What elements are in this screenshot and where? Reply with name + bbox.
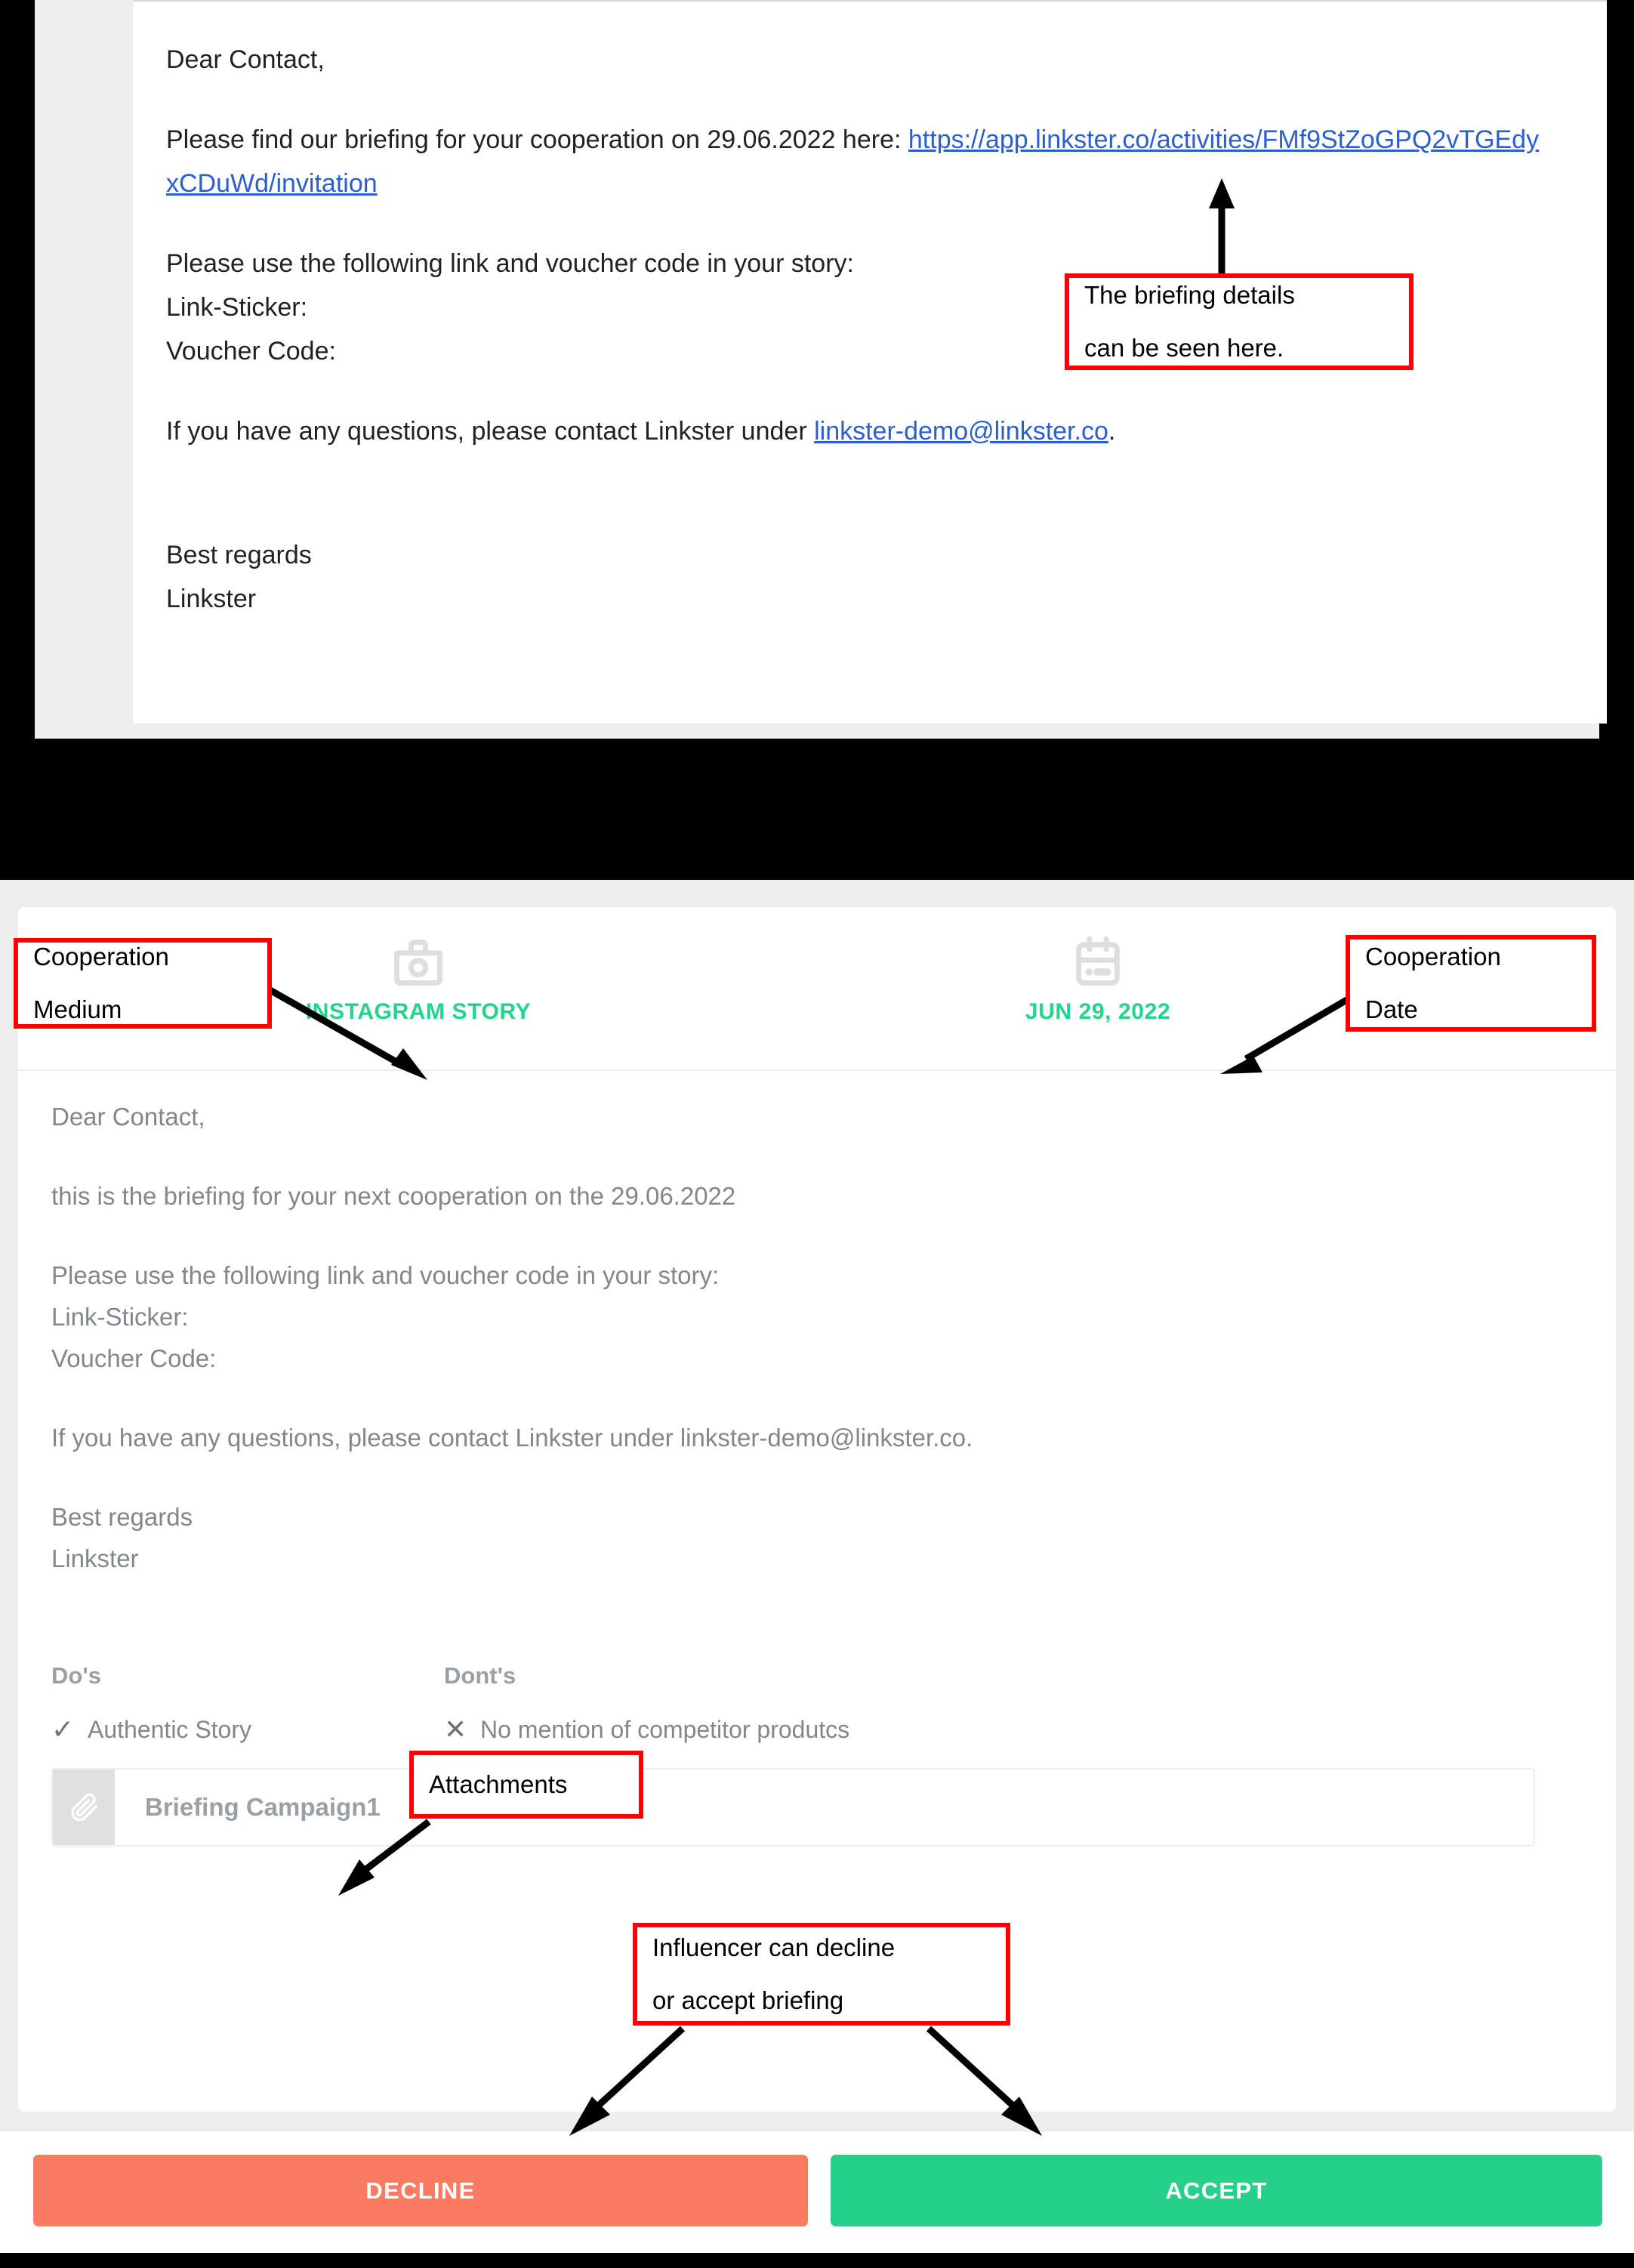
cooperation-medium-value: INSTAGRAM STORY xyxy=(305,999,532,1024)
annotation-cooperation-medium: Cooperation Medium xyxy=(14,938,272,1029)
donts-heading: Dont's xyxy=(444,1662,516,1689)
app-signoff-line2: Linkster xyxy=(51,1544,139,1572)
app-link-sticker-label: Link-Sticker: xyxy=(51,1303,189,1331)
email-screenshot-panel: Dear Contact, Please find our briefing f… xyxy=(0,0,1634,739)
email-contact-prefix: If you have any questions, please contac… xyxy=(166,417,815,446)
annotation-decline-accept: Influencer can decline or accept briefin… xyxy=(633,1923,1010,2026)
email-signoff-line1: Best regards xyxy=(166,541,312,569)
donts-list-item: ✕ No mention of competitor produtcs xyxy=(444,1714,1275,1745)
attachment-file-name: Briefing Campaign1 xyxy=(145,1793,381,1821)
section-divider-band xyxy=(0,739,1634,880)
annotation-briefing-details-line1: The briefing details xyxy=(1084,281,1295,309)
annotation-cooperation-medium-line1: Cooperation xyxy=(33,943,169,970)
app-screenshot-panel: INSTAGRAM STORY JUN 29, 2022 Dear Contac… xyxy=(0,880,1634,2253)
email-intro-paragraph: Please find our briefing for your cooper… xyxy=(166,118,1548,205)
app-signoff-line1: Best regards xyxy=(51,1503,193,1531)
annotation-decline-accept-line2: or accept briefing xyxy=(652,1986,844,2014)
email-signoff-line2: Linkster xyxy=(166,585,257,613)
app-instruction: Please use the following link and vouche… xyxy=(51,1261,720,1289)
camera-icon xyxy=(394,940,442,986)
annotation-briefing-details-line2: can be seen here. xyxy=(1084,334,1284,362)
attachment-row[interactable]: Briefing Campaign1 xyxy=(51,1768,1535,1847)
attachment-icon-container xyxy=(53,1770,115,1845)
check-icon: ✓ xyxy=(51,1714,75,1745)
accept-button[interactable]: ACCEPT xyxy=(831,2155,1602,2226)
email-spacer xyxy=(166,489,1548,533)
email-contact-suffix: . xyxy=(1108,417,1116,446)
briefing-body-text: Dear Contact, this is the briefing for y… xyxy=(51,1096,1501,1579)
annotation-decline-accept-line1: Influencer can decline xyxy=(652,1933,896,1961)
cooperation-medium-block: INSTAGRAM STORY xyxy=(222,933,615,1025)
app-contact-line: If you have any questions, please contac… xyxy=(51,1424,973,1452)
annotation-attachments-line1: Attachments xyxy=(429,1770,568,1798)
paperclip-icon xyxy=(71,1793,98,1822)
annotation-attachments: Attachments xyxy=(409,1751,643,1819)
cross-icon: ✕ xyxy=(444,1714,467,1745)
annotation-cooperation-date: Cooperation Date xyxy=(1346,935,1596,1032)
donts-column: Dont's ✕ No mention of competitor produt… xyxy=(444,1662,1275,1745)
app-intro: this is the briefing for your next coope… xyxy=(51,1182,736,1210)
email-contact-paragraph: If you have any questions, please contac… xyxy=(166,409,1548,453)
briefing-footer-bar: DECLINE ACCEPT xyxy=(0,2130,1634,2253)
donts-item-label: No mention of competitor produtcs xyxy=(480,1715,850,1743)
annotation-cooperation-date-line1: Cooperation xyxy=(1365,943,1501,970)
calendar-icon xyxy=(1076,936,1120,986)
cooperation-date-value: JUN 29, 2022 xyxy=(1025,999,1171,1024)
annotation-briefing-details: The briefing details can be seen here. xyxy=(1065,273,1414,370)
cooperation-date-block: JUN 29, 2022 xyxy=(902,933,1294,1025)
annotation-cooperation-date-line2: Date xyxy=(1365,995,1418,1023)
dos-item-label: Authentic Story xyxy=(88,1715,251,1743)
decline-button[interactable]: DECLINE xyxy=(33,2155,808,2226)
annotation-cooperation-medium-line2: Medium xyxy=(33,995,122,1023)
email-greeting: Dear Contact, xyxy=(166,45,325,74)
email-intro-prefix: Please find our briefing for your cooper… xyxy=(166,125,908,154)
support-email-link[interactable]: linkster-demo@linkster.co xyxy=(814,417,1108,446)
app-greeting: Dear Contact, xyxy=(51,1103,205,1131)
app-voucher-code-label: Voucher Code: xyxy=(51,1344,217,1372)
